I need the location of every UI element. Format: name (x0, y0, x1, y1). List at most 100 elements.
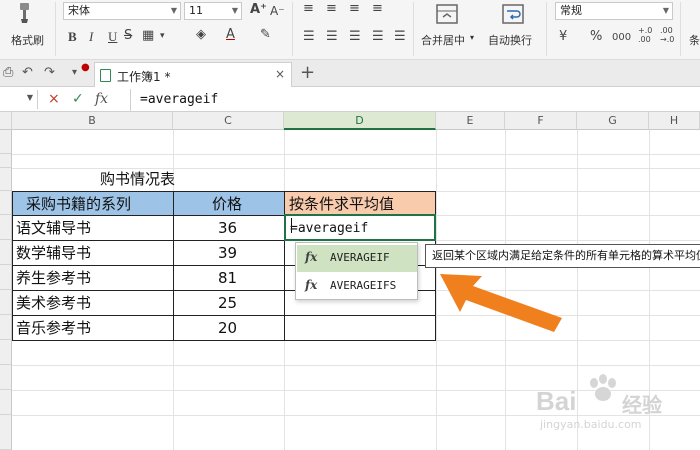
chevron-down-icon[interactable]: ▾ (72, 67, 77, 78)
italic-button[interactable]: I (89, 30, 93, 44)
align-top-icon[interactable]: ≡ (303, 2, 314, 16)
series-cell[interactable]: 语文辅导书 (16, 216, 91, 240)
series-cell[interactable]: 养生参考书 (16, 266, 91, 290)
thousands-button[interactable]: 000 (612, 31, 631, 45)
clear-format-icon[interactable]: ✎ (260, 28, 271, 42)
price-cell[interactable]: 39 (218, 241, 237, 265)
merge-center-button[interactable]: 合并居中 (421, 32, 465, 48)
cancel-edit-button[interactable]: × (48, 91, 60, 107)
column-header-f[interactable]: F (505, 112, 577, 130)
format-painter-icon[interactable] (12, 2, 34, 24)
row-header[interactable] (0, 215, 12, 240)
increase-font-icon[interactable]: A⁺ (250, 3, 267, 17)
workbook-tab[interactable]: 工作簿1 * × (94, 62, 292, 87)
confirm-edit-button[interactable]: ✓ (72, 91, 84, 107)
row-header[interactable] (0, 415, 12, 450)
close-tab-icon[interactable]: × (275, 67, 285, 81)
wrap-text-icon[interactable] (502, 3, 524, 25)
table-border (173, 191, 174, 341)
row-header[interactable] (0, 265, 12, 290)
series-cell[interactable]: 音乐参考书 (16, 316, 91, 340)
undo-icon[interactable]: ↶ (22, 65, 33, 80)
price-cell[interactable]: 81 (218, 266, 237, 290)
align-bottom-icon[interactable]: ≡ (349, 2, 360, 16)
wrap-text-button[interactable]: 自动换行 (488, 32, 532, 48)
row-header[interactable] (0, 390, 12, 415)
active-cell-d5[interactable]: =averageif (284, 214, 436, 241)
currency-icon[interactable]: ¥ (559, 30, 567, 44)
row-header[interactable] (0, 191, 12, 215)
new-tab-icon[interactable]: + (300, 62, 315, 83)
row-header[interactable] (0, 154, 12, 168)
underline-button[interactable]: U (108, 30, 117, 44)
autocomplete-item-averageifs[interactable]: fx AVERAGEIFS (297, 273, 417, 300)
ribbon-separator (292, 2, 293, 56)
function-icon: fx (305, 278, 318, 292)
column-header-g[interactable]: G (577, 112, 649, 130)
header-cell-price[interactable]: 价格 (212, 192, 242, 216)
number-format-select[interactable]: 常规 ▼ (555, 2, 673, 20)
row-header[interactable] (0, 290, 12, 315)
column-header-h[interactable]: H (649, 112, 700, 130)
series-cell[interactable]: 美术参考书 (16, 291, 91, 315)
align-center-icon[interactable]: ☰ (326, 30, 338, 44)
chevron-down-icon: ▼ (26, 93, 33, 102)
price-cell[interactable]: 20 (218, 316, 237, 340)
row-header[interactable] (0, 340, 12, 365)
function-autocomplete-list: fx AVERAGEIF fx AVERAGEIFS (295, 242, 418, 300)
merge-center-icon[interactable] (436, 3, 458, 25)
font-size-select[interactable]: 11 ▼ (184, 2, 242, 20)
table-border (12, 315, 436, 316)
chevron-down-icon[interactable]: ▾ (470, 33, 474, 42)
header-cell-series[interactable]: 采购书籍的系列 (26, 192, 131, 216)
fill-color-icon[interactable]: ◈ (196, 28, 206, 42)
row-header[interactable] (0, 315, 12, 340)
row-header[interactable] (0, 240, 12, 265)
row-header[interactable] (0, 130, 12, 154)
increase-decimal-button[interactable]: +.0 .00 (638, 26, 652, 44)
font-size-value: 11 (189, 4, 203, 17)
orientation-icon[interactable]: ≡ (372, 2, 383, 16)
price-cell[interactable]: 36 (218, 216, 237, 240)
print-preview-icon[interactable]: ⎙ (3, 65, 13, 80)
header-cell-average[interactable]: 按条件求平均值 (289, 192, 394, 216)
number-format-value: 常规 (560, 4, 582, 17)
sheet-table-title: 购书情况表 (100, 170, 176, 188)
bold-button[interactable]: B (68, 30, 77, 44)
chevron-down-icon[interactable]: ▾ (160, 29, 165, 43)
function-icon: fx (305, 250, 318, 264)
paw-logo (590, 374, 616, 401)
select-all-corner[interactable] (0, 112, 12, 130)
series-cell[interactable]: 数学辅导书 (16, 241, 91, 265)
font-color-icon[interactable]: A (226, 28, 235, 42)
insert-function-button[interactable]: fx (95, 91, 108, 107)
percent-button[interactable]: % (590, 30, 602, 44)
truncated-ribbon-label[interactable]: 条 (689, 32, 700, 48)
distributed-icon[interactable]: ☰ (394, 30, 406, 44)
formula-input[interactable]: =averageif (130, 89, 700, 111)
autocomplete-item-averageif[interactable]: fx AVERAGEIF (297, 245, 417, 272)
border-icon[interactable]: ▦ (142, 29, 154, 43)
ribbon-separator (680, 2, 681, 56)
column-header-e[interactable]: E (436, 112, 505, 130)
decrease-decimal-button[interactable]: .00 →.0 (660, 26, 674, 44)
orange-pointer-arrow (440, 274, 562, 332)
table-border (12, 340, 436, 341)
align-middle-icon[interactable]: ≡ (326, 2, 337, 16)
redo-icon[interactable]: ↷ (44, 65, 55, 80)
baidu-jingyan-watermark: Bai 经验 jingyan.baidu.com (536, 374, 686, 436)
column-header-d[interactable]: D (284, 112, 436, 130)
align-left-icon[interactable]: ☰ (303, 30, 315, 44)
column-header-c[interactable]: C (173, 112, 284, 130)
justify-icon[interactable]: ☰ (372, 30, 384, 44)
row-header[interactable] (0, 365, 12, 390)
column-header-b[interactable]: B (12, 112, 173, 130)
font-name-select[interactable]: 宋体 ▼ (63, 2, 181, 20)
price-cell[interactable]: 25 (218, 291, 237, 315)
strikethrough-icon[interactable]: S̶ (124, 29, 132, 43)
format-painter-label[interactable]: 格式刷 (11, 32, 44, 48)
name-box[interactable]: ▼ (0, 90, 38, 109)
align-right-icon[interactable]: ☰ (349, 30, 361, 44)
decrease-font-icon[interactable]: A⁻ (270, 4, 285, 18)
row-header[interactable] (0, 168, 12, 191)
